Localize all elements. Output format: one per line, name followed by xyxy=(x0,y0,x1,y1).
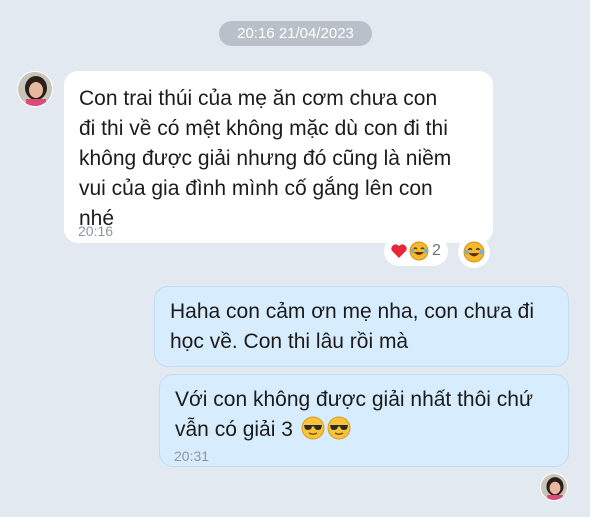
laughing-tears-emoji-icon xyxy=(409,241,429,261)
outgoing-message-bubble[interactable]: Haha con cảm ơn mẹ nha, con chưa đi học … xyxy=(154,286,569,367)
message-text-line: vui của gia đình mình cố gắng lên con xyxy=(79,177,433,200)
message-text-line: vẫn có giải 3 xyxy=(175,418,293,441)
message-text-line: nhé xyxy=(79,207,115,230)
reaction-count: 2 xyxy=(432,242,441,259)
sender-avatar[interactable] xyxy=(17,71,53,107)
message-text-line: Con trai thúi của mẹ ăn cơm chưa con xyxy=(79,87,438,110)
sunglasses-emoji-icon xyxy=(301,416,325,440)
heart-icon xyxy=(391,244,407,258)
message-time: 20:16 xyxy=(78,223,114,239)
add-reaction-button[interactable] xyxy=(458,236,490,268)
reaction-summary[interactable]: 2 xyxy=(384,236,448,266)
incoming-message-bubble[interactable]: Con trai thúi của mẹ ăn cơm chưa con đi … xyxy=(64,71,493,243)
avatar-photo-icon xyxy=(18,72,52,106)
message-text-line: không được giải nhưng đó cũng là niềm xyxy=(79,147,452,170)
date-separator: 20:16 21/04/2023 xyxy=(219,21,372,46)
avatar-photo-icon xyxy=(541,474,567,500)
sunglasses-emoji-icon xyxy=(327,416,351,440)
message-text-line: Với con không được giải nhất thôi chứ xyxy=(175,388,534,411)
message-text-line: Haha con cảm ơn mẹ nha, con chưa đi xyxy=(170,300,535,323)
message-time: 20:31 xyxy=(174,448,210,464)
outgoing-message-bubble[interactable]: Với con không được giải nhất thôi chứ vẫ… xyxy=(159,374,569,467)
seen-avatar xyxy=(540,473,568,501)
date-separator-label: 20:16 21/04/2023 xyxy=(237,25,354,42)
message-text-line: đi thi về có mệt không mặc dù con đi thi xyxy=(79,117,448,140)
message-text-line: học về. Con thi lâu rồi mà xyxy=(170,330,409,353)
laughing-tears-emoji-icon xyxy=(463,241,485,263)
